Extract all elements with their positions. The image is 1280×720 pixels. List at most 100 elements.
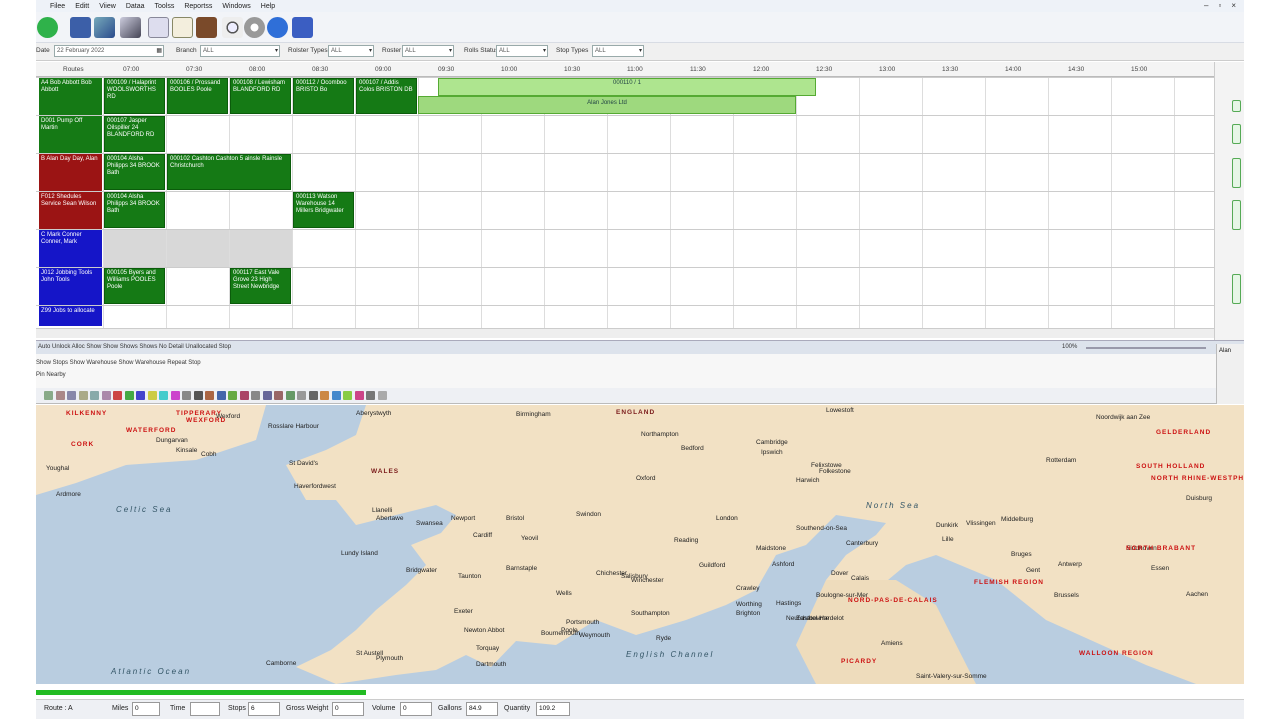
- scroll-marker-icon[interactable]: [1232, 200, 1241, 230]
- map-options-text[interactable]: Show Stops Show Warehouse Show Warehouse…: [36, 360, 201, 366]
- scroll-marker-icon[interactable]: [1232, 100, 1241, 112]
- map-tool-icon[interactable]: [113, 391, 122, 400]
- pin-icon[interactable]: [94, 17, 115, 38]
- minimize-icon[interactable]: –: [1204, 1, 1208, 10]
- map-tool-icon[interactable]: [297, 391, 306, 400]
- job-block[interactable]: 000109 / Halaprint WOOLSWORTHS RD: [104, 78, 165, 114]
- rolls-status-select[interactable]: ALL ▾: [496, 45, 548, 57]
- map-tool-icon[interactable]: [170, 391, 180, 400]
- refresh-icon[interactable]: [37, 17, 58, 38]
- gross-weight-field[interactable]: 0: [332, 702, 364, 716]
- menu-tools[interactable]: Toolss: [155, 3, 175, 10]
- map-tool-icon[interactable]: [78, 391, 88, 400]
- pin-nearby-text[interactable]: Pin Nearby: [36, 372, 66, 378]
- map-tool-icon[interactable]: [331, 391, 341, 400]
- map-tool-icon[interactable]: [251, 391, 260, 400]
- map-tool-icon[interactable]: [44, 391, 53, 400]
- scroll-marker-icon[interactable]: [1232, 158, 1241, 188]
- menu-windows[interactable]: Windows: [222, 3, 250, 10]
- scroll-marker-icon[interactable]: [1232, 124, 1241, 144]
- map-tool-icon[interactable]: [343, 391, 352, 400]
- resource-row-header[interactable]: J012 Jobbing Tools John Tools: [39, 268, 102, 305]
- map-place-label: Abertawe: [376, 515, 404, 522]
- map-tool-icon[interactable]: [320, 391, 329, 400]
- map-tool-icon[interactable]: [182, 391, 191, 400]
- map-place-label: Cardiff: [473, 532, 493, 539]
- gear-icon[interactable]: [244, 17, 265, 38]
- job-block[interactable]: 000102 Cashton Cashton 5 ainsle Rainsle …: [167, 154, 291, 190]
- close-icon[interactable]: ×: [1231, 1, 1236, 10]
- long-job-bar[interactable]: 000110 / 1: [438, 78, 816, 96]
- branch-select[interactable]: ALL ▾: [200, 45, 280, 57]
- grid-row-line: [36, 115, 1214, 116]
- map-tool-icon[interactable]: [274, 391, 283, 400]
- map-tool-icon[interactable]: [101, 391, 111, 400]
- menu-file[interactable]: Filee: [50, 3, 65, 10]
- job-block[interactable]: 000108 / Lewisham BLANDFORD RD: [230, 78, 291, 114]
- map-tool-icon[interactable]: [354, 391, 364, 400]
- map-tool-icon[interactable]: [239, 391, 249, 400]
- menu-edit[interactable]: Editt: [75, 3, 89, 10]
- eraser-icon[interactable]: [120, 17, 141, 38]
- resource-row-header[interactable]: D001 Pump Off Martin: [39, 116, 102, 153]
- map-tool-icon[interactable]: [216, 391, 226, 400]
- truck-icon[interactable]: [196, 17, 217, 38]
- map-tool-icon[interactable]: [136, 391, 145, 400]
- map-tool-icon[interactable]: [205, 391, 214, 400]
- stop-types-select[interactable]: ALL ▾: [592, 45, 644, 57]
- search-icon[interactable]: [222, 17, 243, 38]
- quantity-field[interactable]: 109.2: [536, 702, 570, 716]
- resource-row-header[interactable]: B Alan Day Day, Alan: [39, 154, 102, 191]
- roster-select[interactable]: ALL ▾: [402, 45, 454, 57]
- resource-row-header[interactable]: F012 Shedules Service Sean Wilson: [39, 192, 102, 229]
- volume-field[interactable]: 0: [400, 702, 432, 716]
- map-tool-icon[interactable]: [124, 391, 134, 400]
- time-field[interactable]: [190, 702, 220, 716]
- map-tool-icon[interactable]: [147, 391, 157, 400]
- calendar-icon[interactable]: [172, 17, 193, 38]
- stops-field[interactable]: 6: [248, 702, 280, 716]
- menu-data[interactable]: Dataa: [126, 3, 145, 10]
- vertical-scrollbar[interactable]: [1214, 62, 1244, 340]
- map-tool-icon[interactable]: [67, 391, 76, 400]
- exit-icon[interactable]: [292, 17, 313, 38]
- route-map[interactable]: Birmingham ENGLAND Lowestoft Cardiff WALES Br…: [36, 405, 1244, 684]
- job-block[interactable]: 000104 Alsha Philipps 34 BROOK Bath: [104, 192, 165, 228]
- menu-view[interactable]: Viiew: [99, 3, 116, 10]
- save-icon[interactable]: [70, 17, 91, 38]
- job-block[interactable]: 000105 Byers and Williams POOLES Poole: [104, 268, 165, 304]
- job-block[interactable]: 000107 Jasper Oilspiller 24 BLANDFORD RD: [104, 116, 165, 152]
- scroll-marker-icon[interactable]: [1232, 274, 1241, 304]
- job-block[interactable]: 000107 / Addis Colos BRISTON DB: [356, 78, 417, 114]
- map-tool-icon[interactable]: [90, 391, 99, 400]
- horizontal-scrollbar[interactable]: [36, 328, 1214, 338]
- resource-row-header[interactable]: A4 Bob Abbott Bob Abbott: [39, 78, 102, 115]
- gallons-field[interactable]: 84.9: [466, 702, 498, 716]
- map-tool-icon[interactable]: [366, 391, 375, 400]
- miles-field[interactable]: 0: [132, 702, 160, 716]
- resource-row-header[interactable]: Z99 Jobs to allocate: [39, 306, 102, 326]
- map-tool-icon[interactable]: [55, 391, 65, 400]
- list-icon[interactable]: [148, 17, 169, 38]
- map-tool-icon[interactable]: [159, 391, 168, 400]
- menu-help[interactable]: Help: [261, 3, 275, 10]
- job-block[interactable]: 000106 / Prossand BOOLES Poole: [167, 78, 228, 114]
- map-tool-icon[interactable]: [228, 391, 237, 400]
- map-tool-icon[interactable]: [262, 391, 272, 400]
- long-job-bar-lower[interactable]: Alan Jones Ltd: [418, 96, 796, 114]
- job-block[interactable]: 000112 / Ocomboo BRISTO Bo: [293, 78, 354, 114]
- map-tool-icon[interactable]: [285, 391, 295, 400]
- date-picker[interactable]: 22 February 2022 ▦: [54, 45, 164, 57]
- map-tool-icon[interactable]: [308, 391, 318, 400]
- menu-reports[interactable]: Reportss: [184, 3, 212, 10]
- restore-icon[interactable]: ▫: [1218, 1, 1221, 10]
- job-block[interactable]: 000113 Watson Warehouse 14 Millers Bridg…: [293, 192, 354, 228]
- roster-types-select[interactable]: ALL ▾: [328, 45, 374, 57]
- map-tool-icon[interactable]: [377, 391, 387, 400]
- job-block[interactable]: 000104 Alsha Philipps 34 BROOK Bath: [104, 154, 165, 190]
- zoom-slider[interactable]: [1086, 347, 1206, 349]
- job-block[interactable]: 000117 East Vale Grove 23 High Street Ne…: [230, 268, 291, 304]
- resource-row-header[interactable]: C Mark Conner Conner, Mark: [39, 230, 102, 267]
- map-tool-icon[interactable]: [193, 391, 203, 400]
- help-icon[interactable]: [267, 17, 288, 38]
